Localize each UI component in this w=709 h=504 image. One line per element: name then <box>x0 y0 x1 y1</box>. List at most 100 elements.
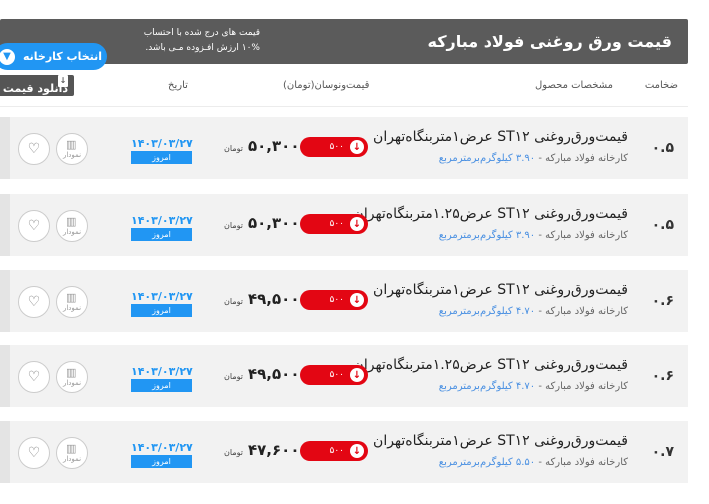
price-date: ۱۴۰۳/۰۳/۲۷ <box>131 290 193 303</box>
price-unit: تومان <box>224 221 243 230</box>
price-change-badge: ۵۰۰ ↓ <box>300 441 368 461</box>
product-name[interactable]: قیمت‌ورق‌روغنی ST۱۲ عرض۱.۲۵متربنگاه‌تهرا… <box>354 206 628 222</box>
price-date: ۱۴۰۳/۰۳/۲۷ <box>131 365 193 378</box>
row-side-strip <box>0 117 10 179</box>
col-date: تاریخ <box>168 80 188 91</box>
price-change-badge: ۵۰۰ ↓ <box>300 365 368 385</box>
today-badge: امروز <box>131 151 192 164</box>
page-header: قیمت ورق روغنی فولاد مبارکه قیمت های درج… <box>0 19 688 70</box>
chevron-down-icon: ▼ <box>0 48 15 65</box>
product-sub: کارخانه فولاد مبارکه - ۴.۷۰ کیلوگرم‌برمت… <box>438 381 628 392</box>
weight-spec: ۴.۷۰ کیلوگرم‌برمترمربع <box>438 306 536 317</box>
price-value: ۵۰,۳۰۰ <box>248 137 300 155</box>
vat-note: قیمت های درج شده با احتساب ۱۰% ارزش افـز… <box>120 26 260 56</box>
heart-icon: ♡ <box>27 369 41 385</box>
price-date: ۱۴۰۳/۰۳/۲۷ <box>131 214 193 227</box>
price-value: ۴۹,۵۰۰ <box>248 290 300 308</box>
price-value: ۴۷,۶۰۰ <box>248 441 300 459</box>
product-sub: کارخانه فولاد مبارکه - ۳.۹۰ کیلوگرم‌برمت… <box>438 230 628 241</box>
row-side-strip <box>0 270 10 332</box>
price-change-value: ۵۰۰ <box>329 370 344 380</box>
vat-note-line2: ۱۰% ارزش افـزوده مـی باشد. <box>145 43 260 53</box>
table-row[interactable]: ۰.۷ قیمت‌ورق‌روغنی ST۱۲ عرض۱متربنگاه‌تهر… <box>0 421 688 483</box>
weight-spec: ۳.۹۰ کیلوگرم‌برمترمربع <box>438 153 536 164</box>
product-name[interactable]: قیمت‌ورق‌روغنی ST۱۲ عرض۱متربنگاه‌تهران <box>373 129 628 145</box>
bar-chart-icon: ▥ <box>66 442 77 455</box>
factory-name: کارخانه فولاد مبارکه <box>545 306 628 317</box>
row-side-strip <box>0 194 10 256</box>
row-side-strip <box>0 421 10 483</box>
bar-chart-icon: ▥ <box>66 366 77 379</box>
price-change-badge: ۵۰۰ ↓ <box>300 137 368 157</box>
page-title: قیمت ورق روغنی فولاد مبارکه <box>427 32 672 51</box>
price-unit: تومان <box>224 297 243 306</box>
chart-button[interactable]: ▥ نمودار <box>56 361 88 393</box>
thickness-value: ۰.۷ <box>651 444 674 460</box>
factory-name: کارخانه فولاد مبارکه <box>545 230 628 241</box>
chart-button[interactable]: ▥ نمودار <box>56 437 88 469</box>
price-date: ۱۴۰۳/۰۳/۲۷ <box>131 441 193 454</box>
heart-icon: ♡ <box>27 141 41 157</box>
download-price-button[interactable]: ↓ دانلود قیمت <box>0 75 74 96</box>
weight-spec: ۵.۵۰ کیلوگرم‌برمترمربع <box>438 457 536 468</box>
product-name[interactable]: قیمت‌ورق‌روغنی ST۱۲ عرض۱متربنگاه‌تهران <box>373 282 628 298</box>
select-factory-button[interactable]: انتخاب کارخانه ▼ <box>0 43 107 70</box>
product-name[interactable]: قیمت‌ورق‌روغنی ST۱۲ عرض۱متربنگاه‌تهران <box>373 433 628 449</box>
price-change-value: ۵۰۰ <box>329 446 344 456</box>
table-header: ضخامت مشخصات محصول قیمت‌ونوسان(تومان) تا… <box>0 72 688 107</box>
price-change-badge: ۵۰۰ ↓ <box>300 290 368 310</box>
favorite-button[interactable]: ♡ <box>18 286 50 318</box>
price-change-value: ۵۰۰ <box>329 219 344 229</box>
today-badge: امروز <box>131 228 192 241</box>
favorite-button[interactable]: ♡ <box>18 361 50 393</box>
chart-label: نمودار <box>62 379 82 387</box>
chart-label: نمودار <box>62 304 82 312</box>
bar-chart-icon: ▥ <box>66 291 77 304</box>
bar-chart-icon: ▥ <box>66 215 77 228</box>
arrow-down-icon: ↓ <box>350 140 364 154</box>
select-factory-label: انتخاب کارخانه <box>22 50 103 63</box>
thickness-value: ۰.۵ <box>651 217 674 233</box>
product-name[interactable]: قیمت‌ورق‌روغنی ST۱۲ عرض۱.۲۵متربنگاه‌تهرا… <box>354 357 628 373</box>
today-badge: امروز <box>131 455 192 468</box>
chart-label: نمودار <box>62 455 82 463</box>
heart-icon: ♡ <box>27 294 41 310</box>
today-badge: امروز <box>131 379 192 392</box>
vat-note-line1: قیمت های درج شده با احتساب <box>143 28 260 38</box>
table-row[interactable]: ۰.۵ قیمت‌ورق‌روغنی ST۱۲ عرض۱.۲۵متربنگاه‌… <box>0 194 688 256</box>
table-row[interactable]: ۰.۶ قیمت‌ورق‌روغنی ST۱۲ عرض۱متربنگاه‌تهر… <box>0 270 688 332</box>
col-price: قیمت‌ونوسان(تومان) <box>283 80 370 91</box>
price-unit: تومان <box>224 448 243 457</box>
chart-label: نمودار <box>62 228 82 236</box>
price-unit: تومان <box>224 372 243 381</box>
product-sub: کارخانه فولاد مبارکه - ۵.۵۰ کیلوگرم‌برمت… <box>438 457 628 468</box>
price-change-value: ۵۰۰ <box>329 295 344 305</box>
price-unit: تومان <box>224 144 243 153</box>
table-row[interactable]: ۰.۶ قیمت‌ورق‌روغنی ST۱۲ عرض۱.۲۵متربنگاه‌… <box>0 345 688 407</box>
table-row[interactable]: ۰.۵ قیمت‌ورق‌روغنی ST۱۲ عرض۱متربنگاه‌تهر… <box>0 117 688 179</box>
col-thickness: ضخامت <box>644 80 678 91</box>
favorite-button[interactable]: ♡ <box>18 133 50 165</box>
heart-icon: ♡ <box>27 218 41 234</box>
factory-name: کارخانه فولاد مبارکه <box>545 381 628 392</box>
chart-button[interactable]: ▥ نمودار <box>56 210 88 242</box>
chart-button[interactable]: ▥ نمودار <box>56 286 88 318</box>
row-side-strip <box>0 345 10 407</box>
product-sub: کارخانه فولاد مبارکه - ۴.۷۰ کیلوگرم‌برمت… <box>438 306 628 317</box>
price-change-value: ۵۰۰ <box>329 142 344 152</box>
chart-button[interactable]: ▥ نمودار <box>56 133 88 165</box>
thickness-value: ۰.۵ <box>651 140 674 156</box>
arrow-down-icon: ↓ <box>350 293 364 307</box>
arrow-down-icon: ↓ <box>350 444 364 458</box>
col-specs: مشخصات محصول <box>535 80 613 91</box>
favorite-button[interactable]: ♡ <box>18 437 50 469</box>
favorite-button[interactable]: ♡ <box>18 210 50 242</box>
today-badge: امروز <box>131 304 192 317</box>
thickness-value: ۰.۶ <box>651 368 674 384</box>
bar-chart-icon: ▥ <box>66 138 77 151</box>
arrow-down-icon: ↓ <box>350 217 364 231</box>
price-value: ۴۹,۵۰۰ <box>248 365 300 383</box>
factory-name: کارخانه فولاد مبارکه <box>545 457 628 468</box>
download-label: دانلود قیمت <box>2 82 68 95</box>
heart-icon: ♡ <box>27 445 41 461</box>
